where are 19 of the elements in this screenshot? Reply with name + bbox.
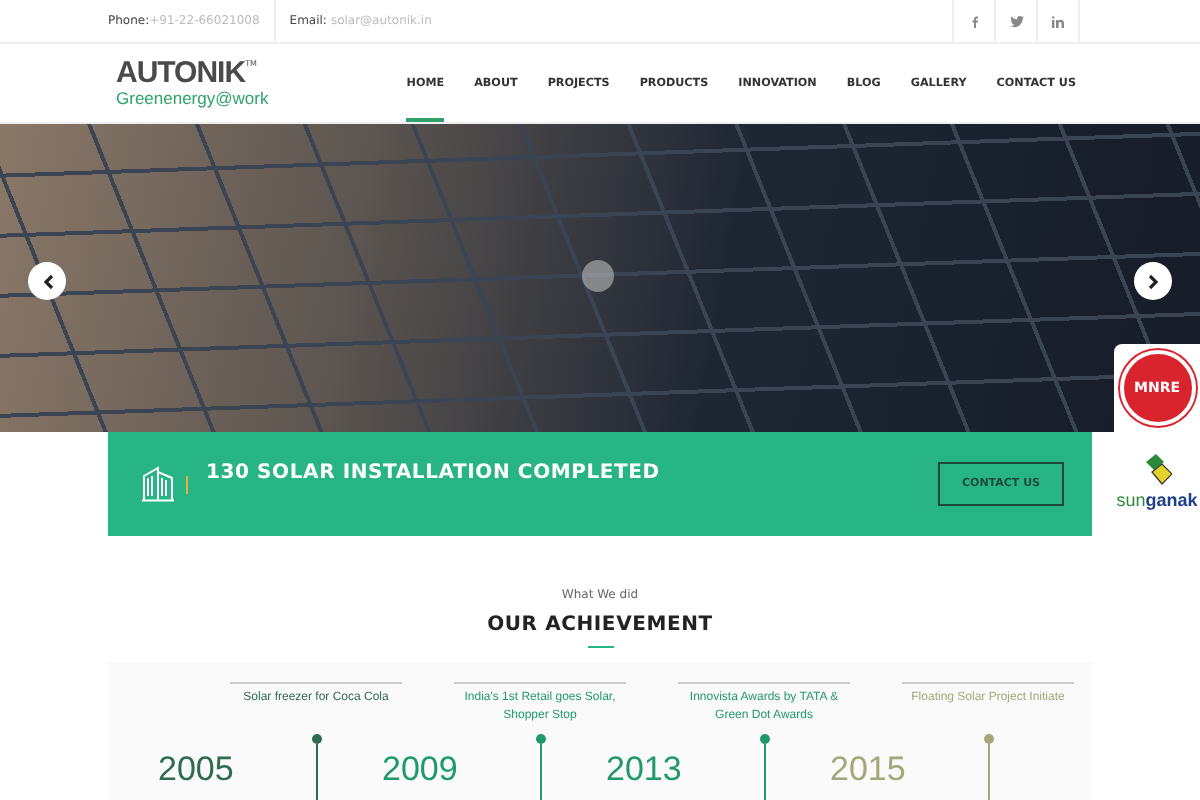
section-title: OUR ACHIEVEMENT <box>487 614 713 636</box>
banner-heading: 130 SOLAR INSTALLATION COMPLETED <box>206 462 662 484</box>
slider-dot-icon[interactable] <box>582 260 614 292</box>
next-slide-button[interactable] <box>1134 262 1172 300</box>
chevron-left-icon <box>41 273 53 289</box>
logo-wordmark[interactable]: AUTONIK <box>116 58 246 88</box>
timeline-year: 2005 <box>158 750 234 788</box>
sunganak-logo-text: sunganak <box>1116 490 1198 510</box>
timeline-year: 2013 <box>606 750 682 788</box>
sun-panel-logo-icon <box>1143 454 1171 486</box>
timeline-year: 2015 <box>830 750 906 788</box>
chevron-right-icon <box>1147 273 1159 289</box>
linkedin-icon[interactable] <box>1052 15 1064 27</box>
facebook-icon[interactable] <box>971 15 977 27</box>
previous-slide-button[interactable] <box>28 262 66 300</box>
twitter-icon[interactable] <box>1009 15 1023 27</box>
building-icon <box>142 466 174 502</box>
timeline-year: 2009 <box>382 750 458 788</box>
logo-tagline: Greenenergy@work <box>116 88 269 108</box>
